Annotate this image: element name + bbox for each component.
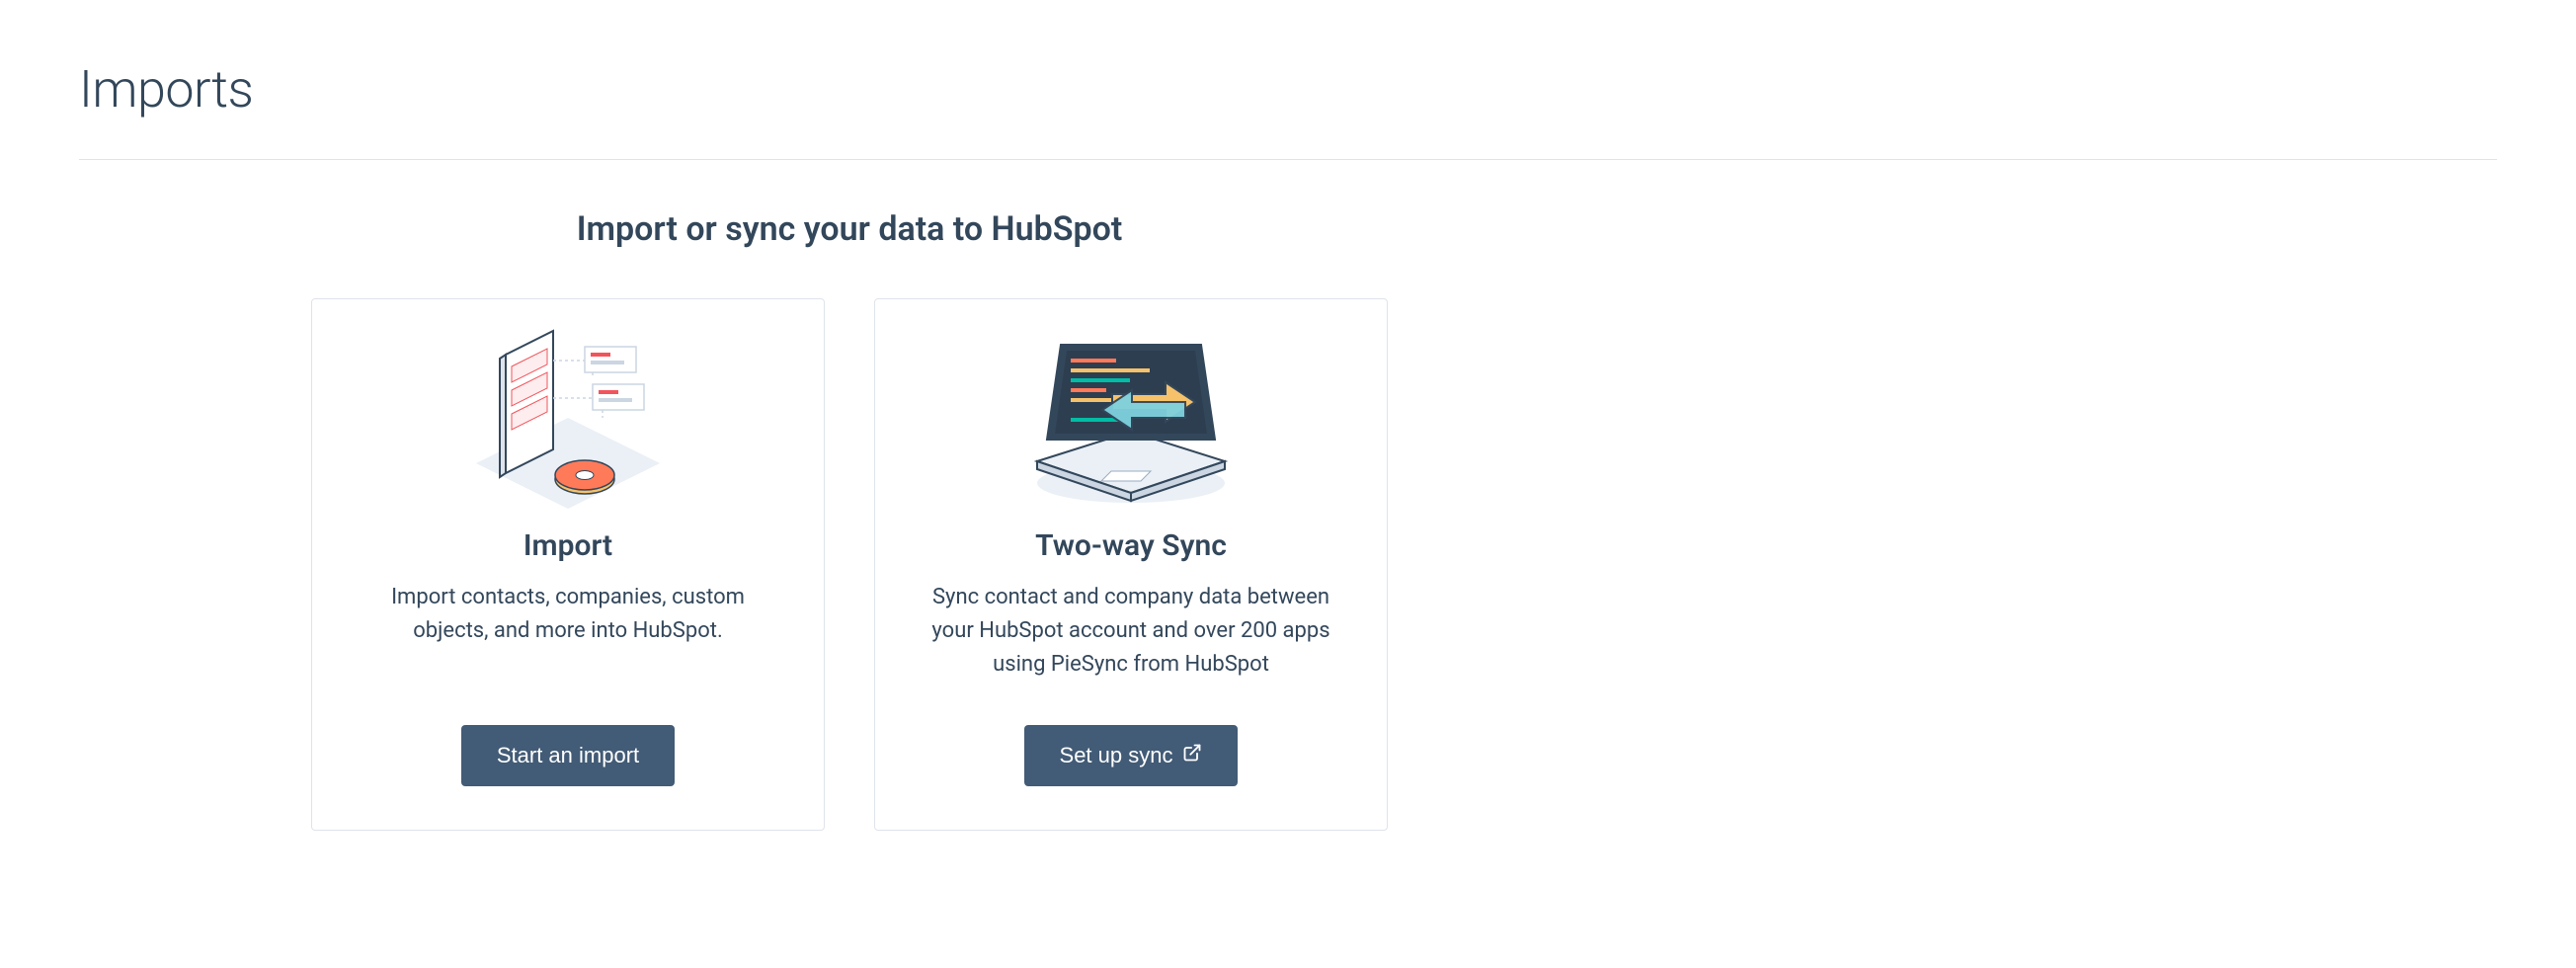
- import-card-title: Import: [523, 528, 612, 563]
- sync-card-title: Two-way Sync: [1035, 528, 1227, 563]
- import-illustration-icon: [454, 323, 682, 511]
- cards-container: Import Import contacts, companies, custo…: [79, 298, 1620, 831]
- sync-card-description: Sync contact and company data between yo…: [915, 581, 1347, 682]
- start-import-button-label: Start an import: [497, 743, 639, 768]
- import-card: Import Import contacts, companies, custo…: [311, 298, 825, 831]
- setup-sync-button[interactable]: Set up sync: [1024, 725, 1239, 786]
- sync-illustration-icon: [1017, 323, 1245, 511]
- sync-card: Two-way Sync Sync contact and company da…: [874, 298, 1388, 831]
- external-link-icon: [1182, 743, 1202, 768]
- setup-sync-button-label: Set up sync: [1060, 743, 1173, 768]
- start-import-button[interactable]: Start an import: [461, 725, 675, 786]
- page-header: Imports: [79, 0, 2497, 160]
- content-area: Import or sync your data to HubSpot: [79, 160, 1620, 831]
- page-subheading: Import or sync your data to HubSpot: [79, 209, 1620, 249]
- page-title: Imports: [79, 59, 2497, 120]
- import-card-description: Import contacts, companies, custom objec…: [352, 581, 784, 682]
